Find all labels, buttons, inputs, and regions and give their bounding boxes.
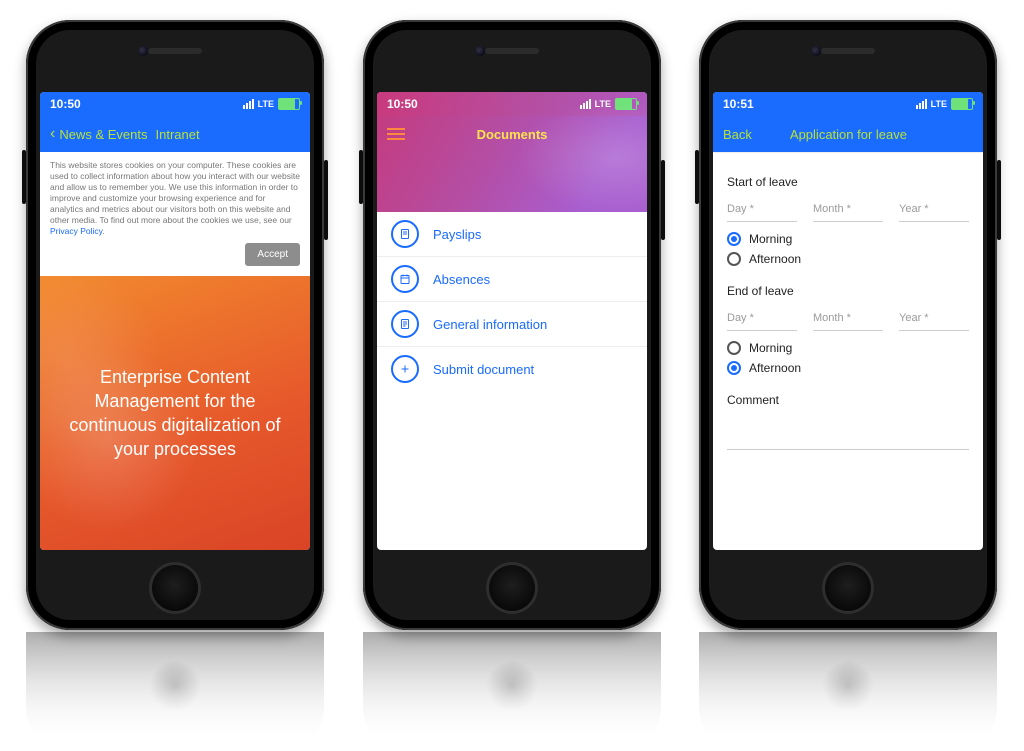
end-date-row: Day * Month * Year *: [727, 308, 969, 331]
home-button[interactable]: [149, 562, 201, 614]
front-camera-icon: [811, 46, 821, 56]
start-year-field[interactable]: Year *: [899, 199, 969, 222]
hero-text: Enterprise Content Management for the co…: [56, 365, 294, 462]
list-item-label: Payslips: [433, 227, 481, 242]
radio-label: Morning: [749, 341, 792, 355]
end-year-field[interactable]: Year *: [899, 308, 969, 331]
document-icon: [391, 220, 419, 248]
home-button[interactable]: [822, 562, 874, 614]
comment-input[interactable]: [727, 423, 969, 450]
documents-list: Payslips Absences General information: [377, 212, 647, 391]
screen-2: 10:50 LTE Documents: [377, 92, 647, 550]
phone-top-furniture: [26, 42, 324, 60]
screen-3: 10:51 LTE Back Application for leave Sta…: [713, 92, 983, 550]
speaker-icon: [485, 48, 539, 54]
phone-reflection: [699, 632, 997, 751]
front-camera-icon: [138, 46, 148, 56]
document-icon: [391, 310, 419, 338]
list-item-general-info[interactable]: General information: [377, 302, 647, 347]
status-time: 10:51: [723, 97, 754, 111]
status-net: LTE: [595, 99, 611, 109]
phone-reflection: [26, 632, 324, 751]
nav-bar: Back Application for leave: [713, 116, 983, 152]
menu-icon[interactable]: [387, 128, 405, 140]
radio-icon: [727, 252, 741, 266]
status-right: LTE: [243, 98, 300, 110]
status-right: LTE: [916, 98, 973, 110]
status-bar: 10:50 LTE: [40, 92, 310, 116]
status-net: LTE: [258, 99, 274, 109]
nav-title: Intranet: [155, 127, 199, 142]
status-right: LTE: [580, 98, 637, 110]
status-time: 10:50: [50, 97, 81, 111]
nav-title: Application for leave: [752, 127, 945, 142]
home-button[interactable]: [486, 562, 538, 614]
start-day-field[interactable]: Day *: [727, 199, 797, 222]
leave-form: Start of leave Day * Month * Year * Morn…: [713, 152, 983, 450]
back-chevron-icon[interactable]: ‹: [50, 126, 55, 142]
phone-top-furniture: [363, 42, 661, 60]
list-item-absences[interactable]: Absences: [377, 257, 647, 302]
hero-banner: Enterprise Content Management for the co…: [40, 276, 310, 550]
list-item-label: General information: [433, 317, 547, 332]
list-item-label: Submit document: [433, 362, 534, 377]
nav-back-link[interactable]: Back: [723, 127, 752, 142]
end-afternoon-radio[interactable]: Afternoon: [727, 361, 969, 375]
status-net: LTE: [931, 99, 947, 109]
phone-top-furniture: [699, 42, 997, 60]
list-item-payslips[interactable]: Payslips: [377, 212, 647, 257]
signal-icon: [580, 99, 591, 109]
comment-label: Comment: [727, 393, 969, 407]
radio-label: Afternoon: [749, 361, 801, 375]
start-afternoon-radio[interactable]: Afternoon: [727, 252, 969, 266]
end-of-leave-label: End of leave: [727, 284, 969, 298]
battery-icon: [278, 98, 300, 110]
radio-label: Morning: [749, 232, 792, 246]
radio-icon: [727, 361, 741, 375]
radio-icon: [727, 232, 741, 246]
radio-label: Afternoon: [749, 252, 801, 266]
phone-frame-2: 10:50 LTE Documents: [363, 20, 661, 630]
nav-bar: ‹ News & Events Intranet: [40, 116, 310, 152]
plus-icon: [391, 355, 419, 383]
screen-1: 10:50 LTE ‹ News & Events Intranet This …: [40, 92, 310, 550]
accept-cookies-button[interactable]: Accept: [245, 243, 300, 266]
cookie-text: This website stores cookies on your comp…: [50, 160, 300, 237]
nav-bar: Documents: [377, 116, 647, 152]
phone-frame-3: 10:51 LTE Back Application for leave Sta…: [699, 20, 997, 630]
end-month-field[interactable]: Month *: [813, 308, 883, 331]
start-month-field[interactable]: Month *: [813, 199, 883, 222]
status-bar: 10:50 LTE: [377, 92, 647, 116]
calendar-icon: [391, 265, 419, 293]
signal-icon: [916, 99, 927, 109]
battery-icon: [951, 98, 973, 110]
privacy-policy-link[interactable]: Privacy Policy: [50, 226, 102, 236]
start-morning-radio[interactable]: Morning: [727, 232, 969, 246]
cookie-banner: This website stores cookies on your comp…: [40, 152, 310, 276]
end-morning-radio[interactable]: Morning: [727, 341, 969, 355]
status-bar: 10:51 LTE: [713, 92, 983, 116]
phone-frame-1: 10:50 LTE ‹ News & Events Intranet This …: [26, 20, 324, 630]
nav-title: Documents: [405, 127, 619, 142]
status-time: 10:50: [387, 97, 418, 111]
front-camera-icon: [475, 46, 485, 56]
start-of-leave-label: Start of leave: [727, 175, 969, 189]
battery-icon: [615, 98, 637, 110]
speaker-icon: [821, 48, 875, 54]
speaker-icon: [148, 48, 202, 54]
signal-icon: [243, 99, 254, 109]
radio-icon: [727, 341, 741, 355]
list-item-label: Absences: [433, 272, 490, 287]
documents-header: 10:50 LTE Documents: [377, 92, 647, 212]
start-date-row: Day * Month * Year *: [727, 199, 969, 222]
phone-reflection: [363, 632, 661, 751]
list-item-submit-document[interactable]: Submit document: [377, 347, 647, 391]
end-day-field[interactable]: Day *: [727, 308, 797, 331]
nav-back-link[interactable]: News & Events: [59, 127, 147, 142]
